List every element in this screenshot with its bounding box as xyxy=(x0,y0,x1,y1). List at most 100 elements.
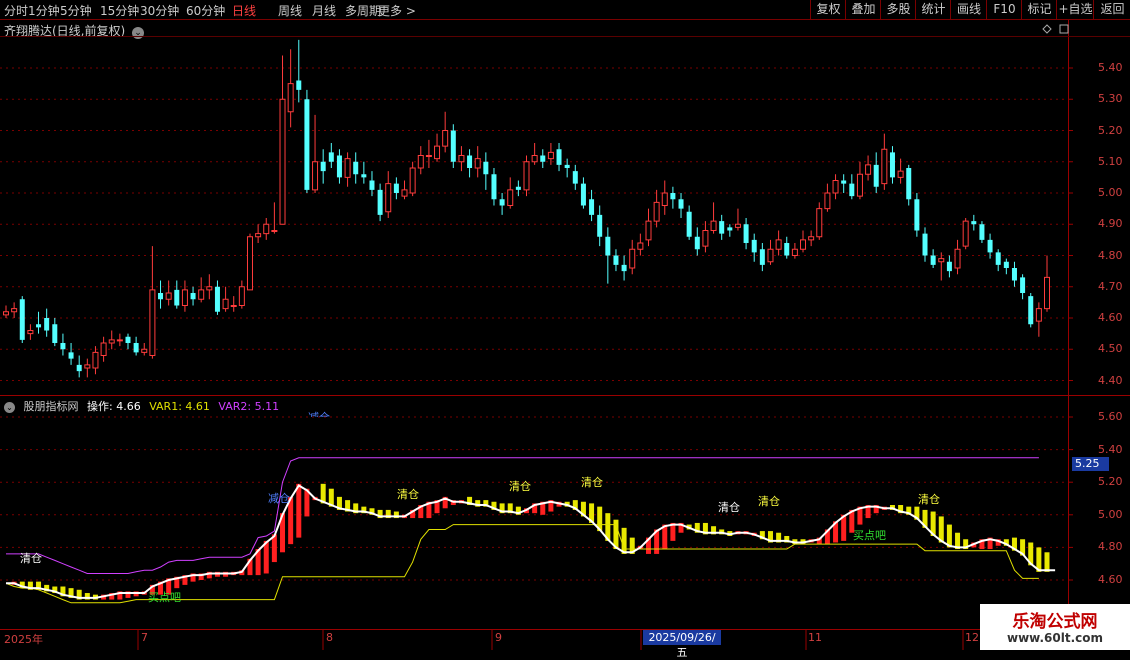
candle-body-down xyxy=(946,261,952,272)
candle-body-down xyxy=(190,293,196,300)
signal-reduce: 减仓 xyxy=(268,492,290,505)
date-label: 11 xyxy=(808,631,822,644)
price-tick-label: 5.30 xyxy=(1098,92,1123,106)
indicator-tick-label: 5.20 xyxy=(1098,475,1123,489)
candle-body-up xyxy=(1044,276,1050,310)
candle-body-up xyxy=(938,258,945,263)
candle-body-up xyxy=(661,192,668,206)
current-value-badge: 5.25 xyxy=(1072,457,1109,471)
candle-body-up xyxy=(458,155,465,163)
candle-body-down xyxy=(597,214,603,237)
candle-body-up xyxy=(271,230,278,232)
candle-body-down xyxy=(564,164,570,168)
candle-body-up xyxy=(108,339,115,344)
candle-body-down xyxy=(540,155,546,162)
candle-body-down xyxy=(320,161,326,172)
watermark: 乐淘公式网 www.60lt.com xyxy=(980,604,1130,650)
candle-body-down xyxy=(556,149,562,165)
candle-body-down xyxy=(1003,261,1009,268)
candle-body-down xyxy=(971,221,977,225)
indicator-tick-label: 5.60 xyxy=(1098,410,1123,423)
candle-body-down xyxy=(450,130,456,162)
candle-body-up xyxy=(881,148,888,185)
candle-body-up xyxy=(181,289,188,306)
candle-body-down xyxy=(133,343,139,353)
candle-body-down xyxy=(483,161,489,175)
candle-body-up xyxy=(425,155,432,157)
candle-body-up xyxy=(865,164,872,175)
candle-body-up xyxy=(206,286,213,291)
candle-body-up xyxy=(165,292,172,300)
price-tick-label: 4.70 xyxy=(1098,279,1123,293)
candle-body-up xyxy=(775,239,782,250)
indicator-bar xyxy=(263,540,269,574)
candle-body-up xyxy=(344,158,351,178)
signal-clear: 清仓 xyxy=(581,476,603,489)
candle-body-up xyxy=(287,83,294,113)
signal-clear: 清仓 xyxy=(509,480,531,493)
candle-body-down xyxy=(987,239,993,253)
candle-body-down xyxy=(499,199,505,206)
candle-body-up xyxy=(84,364,91,369)
candle-body-down xyxy=(580,183,586,206)
candle-body-down xyxy=(743,224,749,243)
candle-body-up xyxy=(27,330,34,335)
candle-body-up xyxy=(238,286,245,306)
candle-body-up xyxy=(198,289,205,300)
candle-body-up xyxy=(653,201,660,222)
candle-body-up xyxy=(409,167,416,194)
candle-body-down xyxy=(19,299,25,340)
candle-body-down xyxy=(304,99,310,190)
indicator-bar xyxy=(296,483,302,538)
candle-body-up xyxy=(800,239,807,250)
kline-chart[interactable] xyxy=(0,0,1130,650)
candle-body-down xyxy=(686,211,692,237)
candle-body-down xyxy=(158,293,164,300)
candle-body-up xyxy=(791,248,798,256)
price-tick-label: 4.50 xyxy=(1098,342,1123,356)
signal-buy: 买点吧 xyxy=(148,591,181,604)
candle-body-down xyxy=(52,324,58,343)
candle-body-down xyxy=(60,343,66,350)
candle-body-up xyxy=(474,158,481,169)
candle-body-down xyxy=(125,336,131,343)
candle-body-up xyxy=(222,298,229,310)
candle-body-up xyxy=(832,180,839,194)
candle-body-down xyxy=(174,289,180,306)
candle-body-down xyxy=(727,227,733,231)
candle-body-up xyxy=(92,351,99,369)
candle-body-down xyxy=(572,171,578,184)
candle-body-up xyxy=(230,305,237,307)
candle-body-up xyxy=(507,189,514,206)
candle-body-up xyxy=(3,311,9,316)
candle-body-down xyxy=(44,318,50,331)
candle-body-up xyxy=(417,155,424,169)
signal-reduce-top: 减仓 xyxy=(308,409,330,417)
candle-body-down xyxy=(296,80,302,90)
candle-body-up xyxy=(547,151,554,160)
candle-body-up xyxy=(897,170,904,178)
candle-body-up xyxy=(116,339,123,342)
candle-body-down xyxy=(605,236,611,256)
candle-body-down xyxy=(678,199,684,209)
candle-body-up xyxy=(808,236,815,241)
indicator-tick-label: 5.00 xyxy=(1098,507,1123,521)
candle-body-down xyxy=(694,236,700,250)
date-label: 12 xyxy=(965,631,979,644)
candle-body-down xyxy=(589,199,595,215)
candle-body-up xyxy=(1035,308,1042,322)
candle-body-up xyxy=(312,161,319,191)
candle-body-down xyxy=(68,352,74,359)
candle-body-down xyxy=(361,174,367,178)
candle-body-down xyxy=(214,286,220,312)
price-tick-label: 5.00 xyxy=(1098,186,1123,199)
candle-body-up xyxy=(385,183,392,213)
candle-body-up xyxy=(11,308,18,313)
candle-body-down xyxy=(719,221,725,234)
candle-body-down xyxy=(906,168,912,200)
signal-clear: 清仓 xyxy=(918,493,940,506)
candle-body-down xyxy=(849,183,855,197)
candle-body-up xyxy=(629,248,636,269)
price-tick-label: 5.20 xyxy=(1098,123,1123,137)
candle-body-up xyxy=(856,173,863,197)
